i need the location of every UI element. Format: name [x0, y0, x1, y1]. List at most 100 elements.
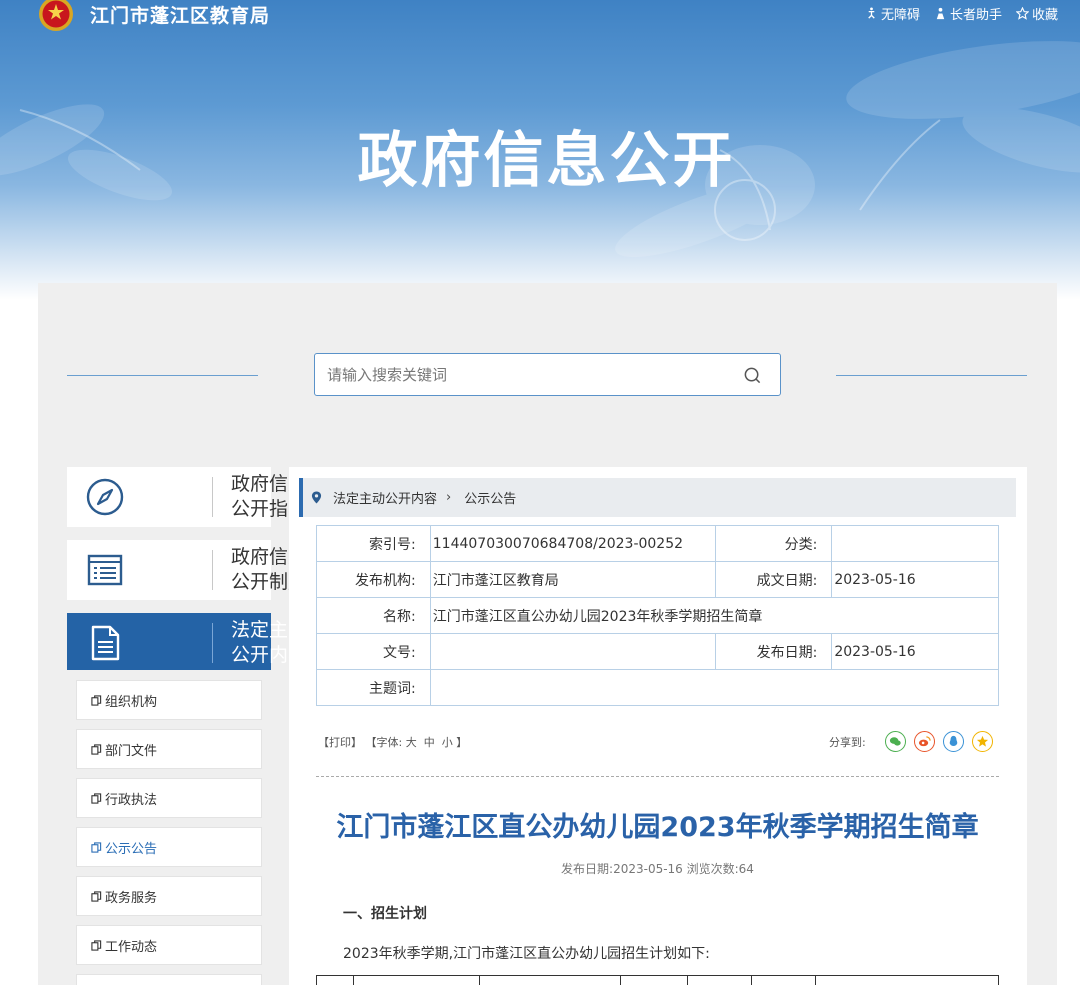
copy-icon	[91, 694, 102, 706]
elder-helper-label: 长者助手	[949, 8, 1002, 23]
search-icon[interactable]	[743, 366, 762, 385]
meta-value	[429, 669, 1000, 706]
list-document-icon	[87, 554, 123, 586]
sidebar-item-partial[interactable]	[76, 974, 262, 985]
font-large-button[interactable]: 大	[406, 736, 417, 749]
share-weibo-button[interactable]	[914, 731, 935, 752]
search-divider-right	[836, 375, 1027, 376]
meta-label: 主题词:	[316, 669, 431, 706]
print-button[interactable]: 【打印】	[318, 736, 362, 749]
sidebar-item-dept-files[interactable]: 部门文件	[76, 729, 262, 769]
location-pin-icon	[311, 491, 322, 504]
accessibility-icon	[868, 7, 875, 19]
sidebar-item-label: 政务服务	[105, 890, 158, 906]
meta-row: 主题词:	[316, 669, 1000, 706]
meta-row: 索引号: 114407030070684708/2023-00252 分类:	[316, 525, 999, 562]
sidebar-item-organization[interactable]: 组织机构	[76, 680, 262, 720]
site-name[interactable]: 江门市蓬江区教育局	[90, 1, 270, 28]
breadcrumb: 法定主动公开内容 › 公示公告	[299, 478, 1016, 517]
meta-label: 发布机构:	[316, 561, 431, 598]
weibo-icon	[918, 736, 931, 747]
table-column-line	[479, 976, 480, 985]
chevron-right-icon: ›	[446, 490, 452, 505]
elder-helper-icon	[936, 7, 945, 20]
meta-label: 发布日期:	[714, 633, 833, 670]
meta-value	[831, 525, 999, 562]
meta-value: 2023-05-16	[831, 561, 999, 598]
meta-label: 文号:	[316, 633, 431, 670]
compass-icon	[86, 478, 124, 516]
article-tools: 【打印】 【字体: 大 中 小 】	[318, 734, 467, 750]
sidebar-item-label: 公示公告	[105, 841, 158, 857]
meta-label: 成文日期:	[714, 561, 833, 598]
meta-label: 索引号:	[316, 525, 431, 562]
table-column-line	[751, 976, 752, 985]
share-qzone-button[interactable]	[972, 731, 993, 752]
qzone-icon	[976, 735, 989, 747]
copy-icon	[91, 792, 102, 804]
favorite-label: 收藏	[1031, 8, 1058, 23]
banner-title: 政府信息公开	[357, 126, 736, 196]
sidebar-item-work-news[interactable]: 工作动态	[76, 925, 262, 965]
meta-row: 发布机构: 江门市蓬江区教育局 成文日期: 2023-05-16	[316, 561, 999, 598]
meta-row: 文号: 发布日期: 2023-05-16	[316, 633, 999, 670]
card-separator	[212, 550, 213, 590]
article-meta: 发布日期:2023-05-16 浏览次数:64	[561, 862, 754, 876]
enrollment-plan-table	[316, 975, 999, 985]
card-separator	[212, 623, 213, 663]
meta-value: 江门市蓬江区教育局	[429, 561, 716, 598]
breadcrumb-item-statutory[interactable]: 法定主动公开内容	[333, 488, 437, 507]
favorite-link[interactable]: 收藏	[1015, 4, 1058, 23]
table-column-line	[815, 976, 816, 985]
font-small-button[interactable]: 小	[442, 736, 453, 749]
font-medium-button[interactable]: 中	[424, 736, 435, 749]
search-input[interactable]	[327, 364, 727, 386]
breadcrumb-item-announcements[interactable]: 公示公告	[464, 488, 516, 507]
meta-value	[429, 633, 716, 670]
copy-icon	[91, 939, 102, 951]
sidebar-item-label: 行政执法	[105, 792, 158, 808]
sidebar-item-label: 组织机构	[105, 694, 158, 710]
document-meta-table: 索引号: 114407030070684708/2023-00252 分类: 发…	[316, 525, 1000, 706]
sidebar-item-law-enforcement[interactable]: 行政执法	[76, 778, 262, 818]
table-column-line	[353, 976, 354, 985]
accessibility-link[interactable]: 无障碍	[865, 4, 920, 23]
dashed-divider	[316, 776, 999, 777]
font-size-label: 【字体:	[365, 736, 403, 749]
sidebar-card-guide[interactable]: 政府信息 公开指南	[67, 467, 307, 527]
sidebar-item-label: 工作动态	[105, 939, 158, 955]
meta-label: 分类:	[714, 525, 833, 562]
header-banner: 江门市蓬江区教育局 无障碍 长者助手 收藏 政府信息公开	[0, 0, 1080, 300]
top-bar: 江门市蓬江区教育局 无障碍 长者助手 收藏	[0, 0, 1080, 31]
document-icon	[91, 625, 120, 661]
article-paragraph: 2023年秋季学期,江门市蓬江区直公办幼儿园招生计划如下:	[343, 946, 710, 962]
meta-value: 114407030070684708/2023-00252	[429, 525, 716, 562]
table-column-line	[620, 976, 621, 985]
sidebar-item-announcements[interactable]: 公示公告	[76, 827, 262, 867]
qq-icon	[949, 735, 958, 747]
copy-icon	[91, 890, 102, 902]
star-icon	[1015, 7, 1029, 20]
sidebar-item-label: 部门文件	[105, 743, 158, 759]
article-title: 江门市蓬江区直公办幼儿园2023年秋季学期招生简章	[336, 812, 979, 843]
copy-icon	[91, 743, 102, 755]
accessibility-label: 无障碍	[880, 8, 920, 23]
copy-icon	[91, 841, 102, 853]
sidebar-item-gov-services[interactable]: 政务服务	[76, 876, 262, 916]
table-column-line	[687, 976, 688, 985]
elder-helper-link[interactable]: 长者助手	[934, 4, 1002, 23]
meta-label: 名称:	[316, 597, 431, 634]
search-box	[314, 353, 781, 396]
sidebar-card-statutory[interactable]: 法定主动 公开内容	[67, 613, 307, 670]
meta-value: 2023-05-16	[831, 633, 999, 670]
share-wechat-button[interactable]	[885, 731, 906, 752]
share-qq-button[interactable]	[943, 731, 964, 752]
meta-row: 名称: 江门市蓬江区直公办幼儿园2023年秋季学期招生简章	[316, 597, 1000, 634]
section-heading: 一、招生计划	[343, 906, 427, 922]
sidebar-card-system[interactable]: 政府信息 公开制度	[67, 540, 307, 600]
search-divider-left	[67, 375, 258, 376]
card-separator	[212, 477, 213, 517]
national-emblem-icon	[39, 0, 73, 31]
wechat-icon	[889, 737, 901, 746]
meta-value: 江门市蓬江区直公办幼儿园2023年秋季学期招生简章	[429, 597, 1000, 634]
